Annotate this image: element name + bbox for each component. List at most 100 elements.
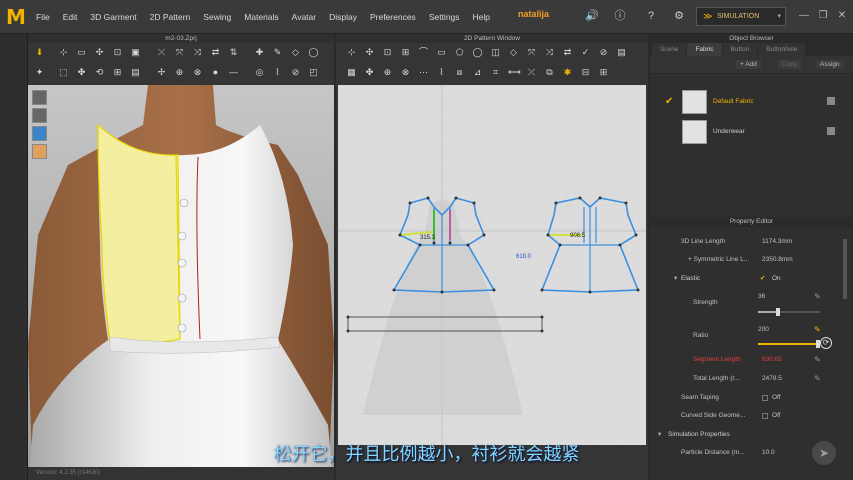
strength-slider[interactable] [758, 308, 820, 316]
graphic-tool-icon[interactable]: ✤ [364, 67, 375, 78]
grid-icon[interactable]: ⊞ [598, 67, 609, 78]
edit-point-icon[interactable]: ⊡ [382, 47, 393, 58]
tab-scene[interactable]: Scene [652, 43, 687, 56]
edit-pattern-icon[interactable]: ✣ [364, 47, 375, 58]
section-elastic[interactable]: ▾ Elastic ✔ On [650, 272, 853, 286]
close-icon[interactable]: ✕ [836, 10, 848, 22]
avatar-view-icon[interactable] [32, 90, 47, 105]
info-icon[interactable]: ⓘ [614, 10, 626, 22]
menu-sewing[interactable]: Sewing [203, 12, 231, 22]
pen-icon[interactable]: ✎ [272, 47, 283, 58]
transform-pattern-icon[interactable]: ⊹ [346, 47, 357, 58]
zipper-2d-icon[interactable]: ⧉ [544, 67, 555, 78]
brush-icon[interactable]: ✤ [76, 67, 87, 78]
freesew-icon[interactable]: ⇄ [210, 47, 221, 58]
menu-materials[interactable]: Materials [244, 12, 278, 22]
elastic-icon[interactable]: ✱ [562, 67, 573, 78]
section-simulation-properties[interactable]: ▾ Simulation Properties [650, 428, 853, 442]
polygon-icon[interactable]: ⬠ [454, 47, 465, 58]
copy-button[interactable]: Copy [778, 60, 802, 69]
move-icon[interactable]: ⊹ [58, 47, 69, 58]
pleat-icon[interactable]: ⧈ [454, 67, 465, 78]
sew-icon[interactable]: ⤫ [156, 47, 167, 58]
tab-fabric[interactable]: Fabric [687, 43, 722, 56]
puckering-icon[interactable]: ⌇ [272, 67, 283, 78]
prop-value[interactable]: 10.0 [762, 446, 775, 460]
ratio-slider[interactable] [758, 340, 820, 348]
buttonhole-icon[interactable]: ⊕ [174, 67, 185, 78]
avatar-pose-icon[interactable]: ✦ [34, 67, 45, 78]
prop-value[interactable]: 36 [758, 290, 765, 304]
chevron-down-icon[interactable]: ▾ [658, 428, 661, 442]
tab-buttonhole[interactable]: Buttonhole [758, 43, 806, 56]
shape-icon[interactable]: ◯ [308, 47, 319, 58]
menu-preferences[interactable]: Preferences [370, 12, 416, 22]
fabric-item[interactable]: Underwear [650, 118, 853, 146]
slider-knob[interactable] [776, 308, 781, 316]
record-icon[interactable]: ● [210, 67, 221, 78]
add-button[interactable]: + Add [736, 60, 761, 69]
buttonhole-2d-icon[interactable]: ⊗ [400, 67, 411, 78]
prop-value[interactable]: 200 [758, 323, 769, 337]
check-icon[interactable]: ✔ [760, 272, 765, 286]
check-sewing-icon[interactable]: ✓ [580, 47, 591, 58]
tape-icon[interactable]: ⤫ [526, 67, 537, 78]
chevron-down-icon[interactable]: ▾ [674, 272, 677, 286]
minimize-icon[interactable]: — [798, 10, 810, 22]
curved-side-checkbox[interactable] [762, 413, 768, 419]
free-sewing-icon[interactable]: ⇄ [562, 47, 573, 58]
texture-icon[interactable]: ⊞ [112, 67, 123, 78]
fabric-item[interactable]: ✔ Default Fabric [650, 88, 853, 116]
circle-icon[interactable]: ◯ [472, 47, 483, 58]
menu-settings[interactable]: Settings [429, 12, 460, 22]
button-2d-icon[interactable]: ⊕ [382, 67, 393, 78]
rectangle-icon[interactable]: ▭ [436, 47, 447, 58]
flip-icon[interactable]: ⟲ [94, 67, 105, 78]
menu-avatar[interactable]: Avatar [292, 12, 316, 22]
edit-curvature-icon[interactable]: ⌒ [418, 47, 429, 58]
notch-icon[interactable]: ⊿ [472, 67, 483, 78]
topstitch-icon[interactable]: ⋯ [418, 67, 429, 78]
line-icon[interactable]: — [228, 67, 239, 78]
select-mesh-icon[interactable]: ⬚ [58, 67, 69, 78]
save-icon[interactable] [827, 97, 835, 105]
restore-icon[interactable]: ❐ [817, 10, 829, 22]
menu-edit[interactable]: Edit [63, 12, 78, 22]
fold-icon[interactable]: ⇅ [228, 47, 239, 58]
pin-icon[interactable]: ✎ [814, 290, 821, 304]
layout-icon[interactable]: ▤ [616, 47, 627, 58]
add-point-icon[interactable]: ⊞ [400, 47, 411, 58]
menu-display[interactable]: Display [329, 12, 357, 22]
edit-sew-icon[interactable]: ⤧ [174, 47, 185, 58]
snapshot-icon[interactable]: ◰ [308, 67, 319, 78]
assign-button[interactable]: Assign [816, 60, 844, 69]
measure-icon[interactable]: ◇ [290, 47, 301, 58]
garment-view-icon[interactable] [32, 126, 47, 141]
chevron-down-icon[interactable]: ▾ [777, 8, 781, 25]
property-scrollbar[interactable] [843, 239, 847, 299]
trace-icon[interactable]: ⤧ [526, 47, 537, 58]
fabric-texture-icon[interactable]: ▦ [346, 67, 357, 78]
seam-taping-checkbox[interactable] [762, 395, 768, 401]
internal-polygon-icon[interactable]: ◫ [490, 47, 501, 58]
pin-icon[interactable]: ✣ [94, 47, 105, 58]
fabric-select-icon[interactable]: ⊘ [290, 67, 301, 78]
user-name[interactable]: natalija [518, 9, 549, 19]
avatar-display-icon[interactable] [32, 108, 47, 123]
zipper-icon[interactable]: ⊗ [192, 67, 203, 78]
prop-value[interactable]: 2478.5 [762, 372, 782, 386]
seam-allowance-icon[interactable]: ⌇ [436, 67, 447, 78]
menu-help[interactable]: Help [473, 12, 490, 22]
segment-sew-icon[interactable]: ⤨ [192, 47, 203, 58]
menu-3d-garment[interactable]: 3D Garment [90, 12, 136, 22]
transform-icon[interactable]: ▣ [130, 47, 141, 58]
point-icon[interactable]: ⊡ [112, 47, 123, 58]
pin-icon[interactable]: ✎ [814, 353, 821, 367]
play-icon[interactable]: ➤ [812, 441, 836, 465]
3d-viewport[interactable] [28, 85, 334, 480]
fit-view-icon[interactable]: ⊟ [580, 67, 591, 78]
button-tool-icon[interactable]: ✢ [156, 67, 167, 78]
skin-view-icon[interactable] [32, 144, 47, 159]
tack-icon[interactable]: ✚ [254, 47, 265, 58]
pin-icon[interactable]: ✎ [814, 372, 821, 386]
